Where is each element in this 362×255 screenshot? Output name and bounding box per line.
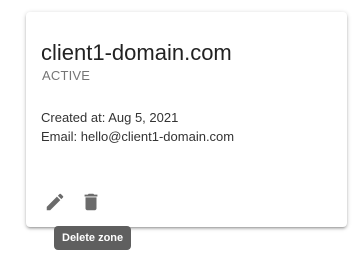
- page: client1-domain.com ACTIVE Created at: Au…: [0, 0, 362, 255]
- created-date: Created at: Aug 5, 2021: [41, 110, 179, 125]
- card-actions: [42, 188, 104, 216]
- edit-button[interactable]: [42, 189, 68, 215]
- domain-title: client1-domain.com: [41, 40, 232, 65]
- status-label: ACTIVE: [42, 68, 91, 83]
- delete-zone-button[interactable]: [78, 189, 104, 215]
- pencil-icon: [44, 191, 66, 213]
- domain-card: client1-domain.com ACTIVE Created at: Au…: [26, 12, 347, 227]
- delete-zone-tooltip: Delete zone: [54, 226, 132, 250]
- contact-email: Email: hello@client1-domain.com: [41, 129, 235, 144]
- trash-icon: [80, 191, 102, 213]
- domain-meta: Created at: Aug 5, 2021 Email: hello@cli…: [41, 108, 234, 146]
